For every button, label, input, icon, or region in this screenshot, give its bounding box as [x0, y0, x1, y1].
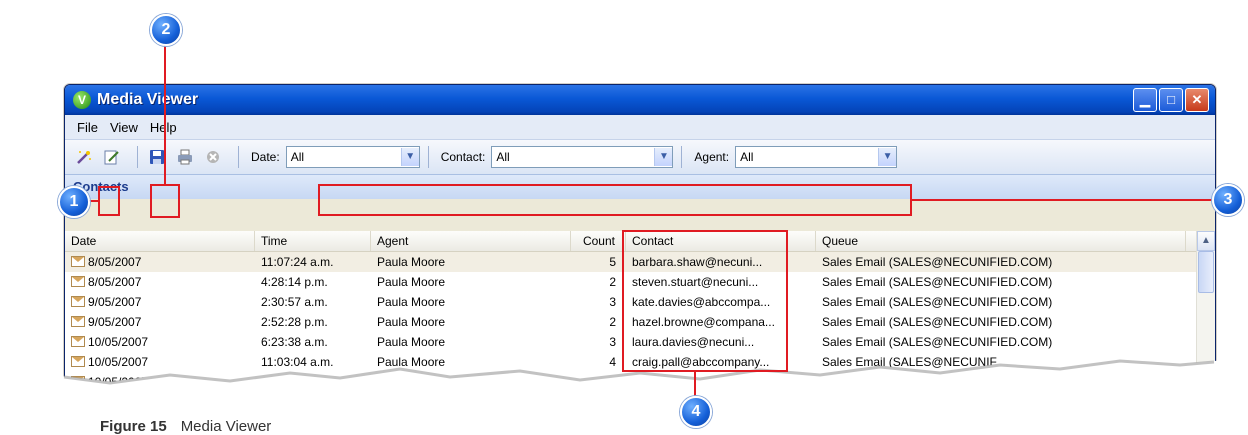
highlight-box-1 [98, 186, 120, 216]
figure-caption: Figure 15 Media Viewer [100, 418, 271, 435]
print-icon[interactable] [174, 146, 196, 168]
cell-count: 3 [609, 335, 616, 349]
chevron-down-icon[interactable]: ▼ [878, 148, 897, 166]
cell-date: 10/05/2007 [65, 335, 255, 349]
cell-time: 2:30:57 a.m. [261, 295, 328, 309]
email-icon [71, 276, 85, 287]
cell-agent: Paula Moore [377, 275, 446, 289]
cell-time: 11:07:24 a.m. [261, 255, 334, 269]
date-filter-value: All [290, 150, 305, 164]
callout-3: 3 [1212, 184, 1244, 216]
email-icon [71, 256, 85, 267]
figure-text: Media Viewer [180, 418, 272, 435]
app-icon: V [73, 91, 91, 109]
cell-date-text: 8/05/2007 [88, 255, 142, 269]
cell-date-text: 10/05/2007 [88, 335, 149, 349]
cell-queue: Sales Email (SALES@NECUNIFIED.COM) [822, 335, 1053, 349]
window-title: Media Viewer [97, 91, 199, 108]
cell-time: 6:23:38 a.m. [261, 335, 328, 349]
title-bar[interactable]: V Media Viewer ▁ □ ✕ [65, 85, 1215, 115]
cell-agent: Paula Moore [377, 255, 446, 269]
figure-label: Figure 15 [100, 418, 167, 435]
agent-filter-label: Agent: [694, 150, 730, 164]
menu-file[interactable]: File [77, 120, 98, 135]
close-button[interactable]: ✕ [1185, 88, 1209, 112]
column-header-date[interactable]: Date [65, 231, 255, 251]
contact-filter-select[interactable]: All ▼ [491, 146, 674, 168]
date-filter-select[interactable]: All ▼ [285, 146, 420, 168]
maximize-button[interactable]: □ [1159, 88, 1183, 112]
callout-1: 1 [58, 186, 90, 218]
email-icon [71, 296, 85, 307]
magic-wand-icon[interactable] [73, 146, 95, 168]
email-icon [71, 336, 85, 347]
cell-agent: Paula Moore [377, 315, 446, 329]
cell-count: 2 [609, 275, 616, 289]
edit-icon[interactable] [101, 146, 123, 168]
column-header-agent[interactable]: Agent [371, 231, 571, 251]
cell-date-text: 9/05/2007 [88, 295, 142, 309]
callout-2: 2 [150, 14, 182, 46]
cell-queue: Sales Email (SALES@NECUNIFIED.COM) [822, 255, 1053, 269]
cell-date: 8/05/2007 [65, 255, 255, 269]
chevron-down-icon[interactable]: ▼ [400, 148, 419, 166]
menu-bar: File View Help [65, 115, 1215, 140]
chevron-down-icon[interactable]: ▼ [654, 148, 673, 166]
minimize-button[interactable]: ▁ [1133, 88, 1157, 112]
column-header-time[interactable]: Time [255, 231, 371, 251]
stop-icon[interactable] [202, 146, 224, 168]
email-icon [71, 316, 85, 327]
scroll-up-icon[interactable]: ▲ [1197, 231, 1215, 251]
column-header-count[interactable]: Count [571, 231, 626, 251]
column-header-queue[interactable]: Queue [816, 231, 1186, 251]
cell-queue: Sales Email (SALES@NECUNIFIED.COM) [822, 295, 1053, 309]
cell-count: 3 [609, 295, 616, 309]
date-filter-label: Date: [251, 150, 280, 164]
menu-view[interactable]: View [110, 120, 138, 135]
scroll-thumb[interactable] [1198, 251, 1214, 293]
cell-count: 5 [609, 255, 616, 269]
agent-filter-value: All [740, 150, 754, 164]
cell-count: 2 [609, 315, 616, 329]
cell-date: 9/05/2007 [65, 295, 255, 309]
contact-filter-value: All [496, 150, 510, 164]
highlight-box-4 [622, 230, 788, 372]
cell-date: 8/05/2007 [65, 275, 255, 289]
cell-agent: Paula Moore [377, 335, 446, 349]
callout-4: 4 [680, 396, 712, 428]
cell-date-text: 8/05/2007 [88, 275, 142, 289]
agent-filter-select[interactable]: All ▼ [735, 146, 898, 168]
cell-queue: Sales Email (SALES@NECUNIFIED.COM) [822, 275, 1053, 289]
cell-agent: Paula Moore [377, 295, 446, 309]
toolbar: Date: All ▼ Contact: All ▼ Agent: All ▼ [65, 140, 1215, 175]
cell-queue: Sales Email (SALES@NECUNIFIED.COM) [822, 315, 1053, 329]
cell-time: 2:52:28 p.m. [261, 315, 328, 329]
contact-filter-label: Contact: [440, 150, 486, 164]
highlight-box-2 [150, 184, 180, 218]
cell-date-text: 9/05/2007 [88, 315, 142, 329]
cell-date: 9/05/2007 [65, 315, 255, 329]
cell-time: 4:28:14 p.m. [261, 275, 328, 289]
highlight-box-3 [318, 184, 912, 216]
